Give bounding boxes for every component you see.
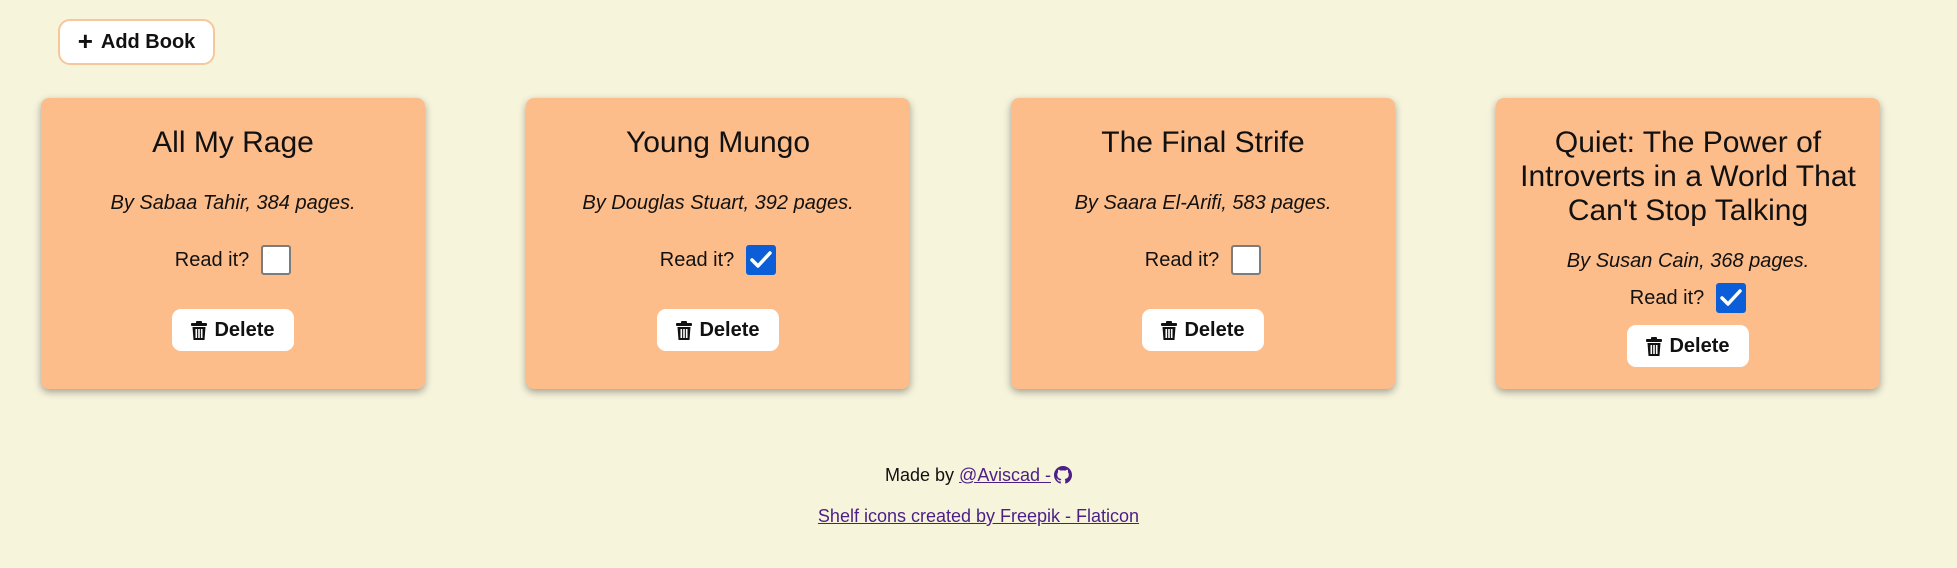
read-toggle-row: Read it? <box>1145 245 1262 275</box>
author-link[interactable]: @Aviscad - <box>959 465 1073 485</box>
book-title: All My Rage <box>152 126 314 159</box>
read-checkbox[interactable] <box>746 245 777 275</box>
delete-button[interactable]: Delete <box>172 309 294 351</box>
author-link-text: @Aviscad - <box>959 465 1052 485</box>
plus-icon: + <box>77 26 93 56</box>
trash-icon <box>1161 320 1178 340</box>
read-label: Read it? <box>1629 286 1705 309</box>
delete-label: Delete <box>1184 318 1245 341</box>
book-author: By Douglas Stuart, 392 pages. <box>582 192 854 214</box>
book-title: Young Mungo <box>625 126 811 159</box>
add-book-label: Add Book <box>100 30 196 53</box>
delete-button[interactable]: Delete <box>1627 325 1749 367</box>
delete-label: Delete <box>1669 334 1730 357</box>
delete-button[interactable]: Delete <box>1142 309 1264 351</box>
book-card: Young Mungo By Douglas Stuart, 392 pages… <box>526 98 910 389</box>
book-title: The Final Strife <box>1101 126 1305 159</box>
flaticon-credit-link[interactable]: Shelf icons created by Freepik - Flatico… <box>818 506 1139 526</box>
book-author: By Susan Cain, 368 pages. <box>1566 250 1810 272</box>
credit-line: Shelf icons created by Freepik - Flatico… <box>0 506 1957 527</box>
read-checkbox[interactable] <box>1231 245 1262 275</box>
book-card: All My Rage By Sabaa Tahir, 384 pages. R… <box>41 98 425 389</box>
checkmark-icon <box>1720 289 1742 306</box>
github-icon <box>1054 466 1073 484</box>
book-author: By Sabaa Tahir, 384 pages. <box>110 192 356 214</box>
read-toggle-row: Read it? <box>660 245 777 275</box>
add-book-button[interactable]: + Add Book <box>58 19 215 65</box>
read-checkbox[interactable] <box>261 245 292 275</box>
book-card: Quiet: The Power of Introverts in a Worl… <box>1496 98 1880 389</box>
book-title: Quiet: The Power of Introverts in a Worl… <box>1520 126 1856 227</box>
trash-icon <box>191 320 208 340</box>
read-checkbox[interactable] <box>1716 283 1747 313</box>
book-card: The Final Strife By Saara El-Arifi, 583 … <box>1011 98 1395 389</box>
checkmark-icon <box>750 251 772 268</box>
delete-button[interactable]: Delete <box>657 309 779 351</box>
delete-label: Delete <box>699 318 760 341</box>
read-label: Read it? <box>659 248 735 271</box>
trash-icon <box>676 320 693 340</box>
read-toggle-row: Read it? <box>1630 283 1747 313</box>
read-label: Read it? <box>1144 248 1220 271</box>
read-label: Read it? <box>174 248 250 271</box>
made-by-line: Made by @Aviscad - <box>0 465 1957 486</box>
read-toggle-row: Read it? <box>175 245 292 275</box>
book-list: All My Rage By Sabaa Tahir, 384 pages. R… <box>41 98 1880 389</box>
made-by-text: Made by <box>884 465 955 485</box>
delete-label: Delete <box>214 318 275 341</box>
trash-icon <box>1646 336 1663 356</box>
book-author: By Saara El-Arifi, 583 pages. <box>1074 192 1332 214</box>
